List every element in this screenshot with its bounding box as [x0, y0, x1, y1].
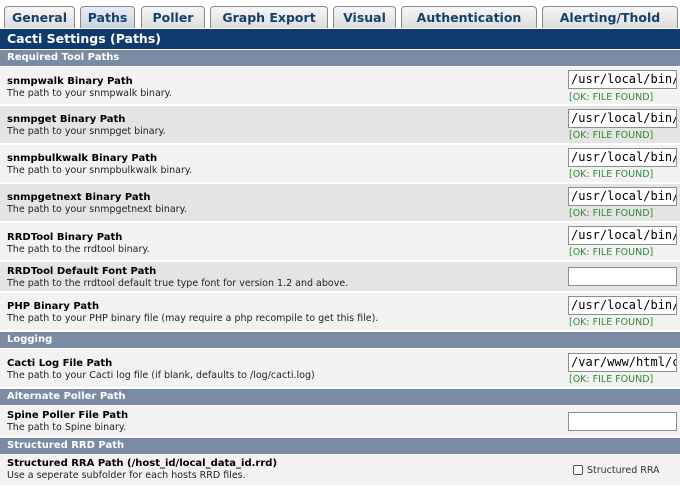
structured-rra-checkbox-label[interactable]: Structured RRA — [587, 465, 660, 476]
setting-label: Spine Poller File Path — [7, 410, 129, 421]
section-structured-rrd-path: Structured RRD Path — [0, 438, 680, 454]
file-status: [OK: FILE FOUND] — [569, 92, 654, 103]
setting-label: Structured RRA Path (/host_id/local_data… — [7, 458, 278, 469]
section-logging: Logging — [0, 332, 680, 348]
setting-row-snmpgetnext: snmpgetnext Binary Path The path to your… — [0, 184, 680, 222]
tab-alerting-thold[interactable]: Alerting/Thold — [542, 6, 678, 28]
tab-authentication[interactable]: Authentication — [401, 6, 537, 28]
setting-row-php: PHP Binary Path The path to your PHP bin… — [0, 293, 680, 331]
rrdtool-path-input[interactable]: /usr/local/bin/ — [568, 226, 677, 245]
setting-label: RRDTool Binary Path — [7, 232, 123, 243]
tab-paths[interactable]: Paths — [80, 6, 135, 28]
setting-description: The path to the rrdtool default true typ… — [7, 278, 349, 289]
snmpbulkwalk-path-input[interactable]: /usr/local/bin/ — [568, 148, 677, 167]
page-title: Cacti Settings (Paths) — [0, 29, 680, 49]
snmpgetnext-path-input[interactable]: /usr/local/bin/ — [568, 187, 677, 206]
section-required-tool-paths: Required Tool Paths — [0, 50, 680, 66]
setting-description: The path to your PHP binary file (may re… — [7, 313, 379, 324]
setting-description: The path to your snmpbulkwalk binary. — [7, 165, 193, 176]
setting-description: The path to the rrdtool binary. — [7, 244, 150, 255]
tab-poller[interactable]: Poller — [141, 6, 205, 28]
snmpwalk-path-input[interactable]: /usr/local/bin/ — [568, 70, 677, 89]
setting-description: The path to Spine binary. — [7, 422, 127, 433]
setting-row-snmpwalk: snmpwalk Binary Path The path to your sn… — [0, 67, 680, 105]
file-status: [OK: FILE FOUND] — [569, 208, 654, 219]
setting-description: The path to your snmpget binary. — [7, 126, 166, 137]
setting-label: Cacti Log File Path — [7, 358, 113, 369]
file-status: [OK: FILE FOUND] — [569, 317, 654, 328]
snmpget-path-input[interactable]: /usr/local/bin/ — [568, 109, 677, 128]
tab-visual[interactable]: Visual — [333, 6, 396, 28]
setting-label: snmpgetnext Binary Path — [7, 192, 151, 203]
tab-general[interactable]: General — [4, 6, 75, 28]
setting-label: snmpbulkwalk Binary Path — [7, 153, 158, 164]
tab-bar: General Paths Poller Graph Export Visual… — [0, 0, 680, 28]
setting-label: snmpwalk Binary Path — [7, 76, 133, 87]
setting-description: The path to your Cacti log file (if blan… — [7, 370, 315, 381]
structured-rra-checkbox[interactable] — [573, 465, 583, 475]
setting-description: The path to your snmpgetnext binary. — [7, 204, 187, 215]
setting-label: RRDTool Default Font Path — [7, 266, 157, 277]
setting-description: The path to your snmpwalk binary. — [7, 88, 172, 99]
file-status: [OK: FILE FOUND] — [569, 130, 654, 141]
setting-description: Use a seperate subfolder for each hosts … — [7, 470, 246, 481]
setting-label: PHP Binary Path — [7, 301, 100, 312]
setting-row-rrdtool-font: RRDTool Default Font Path The path to th… — [0, 262, 680, 292]
php-path-input[interactable]: /usr/local/bin/i — [568, 296, 677, 315]
setting-label: snmpget Binary Path — [7, 114, 126, 125]
setting-row-snmpbulkwalk: snmpbulkwalk Binary Path The path to you… — [0, 145, 680, 183]
setting-row-snmpget: snmpget Binary Path The path to your snm… — [0, 106, 680, 144]
file-status: [OK: FILE FOUND] — [569, 374, 654, 385]
setting-row-spine: Spine Poller File Path The path to Spine… — [0, 406, 680, 437]
file-status: [OK: FILE FOUND] — [569, 169, 654, 180]
tab-graph-export[interactable]: Graph Export — [210, 6, 328, 28]
setting-row-rrdtool: RRDTool Binary Path The path to the rrdt… — [0, 223, 680, 261]
section-alternate-poller-path: Alternate Poller Path — [0, 389, 680, 405]
rrdtool-font-path-input[interactable] — [568, 267, 677, 286]
file-status: [OK: FILE FOUND] — [569, 247, 654, 258]
cacti-log-path-input[interactable]: /var/www/html/c — [568, 353, 677, 372]
spine-path-input[interactable] — [568, 412, 677, 431]
setting-row-cacti-log: Cacti Log File Path The path to your Cac… — [0, 349, 680, 388]
